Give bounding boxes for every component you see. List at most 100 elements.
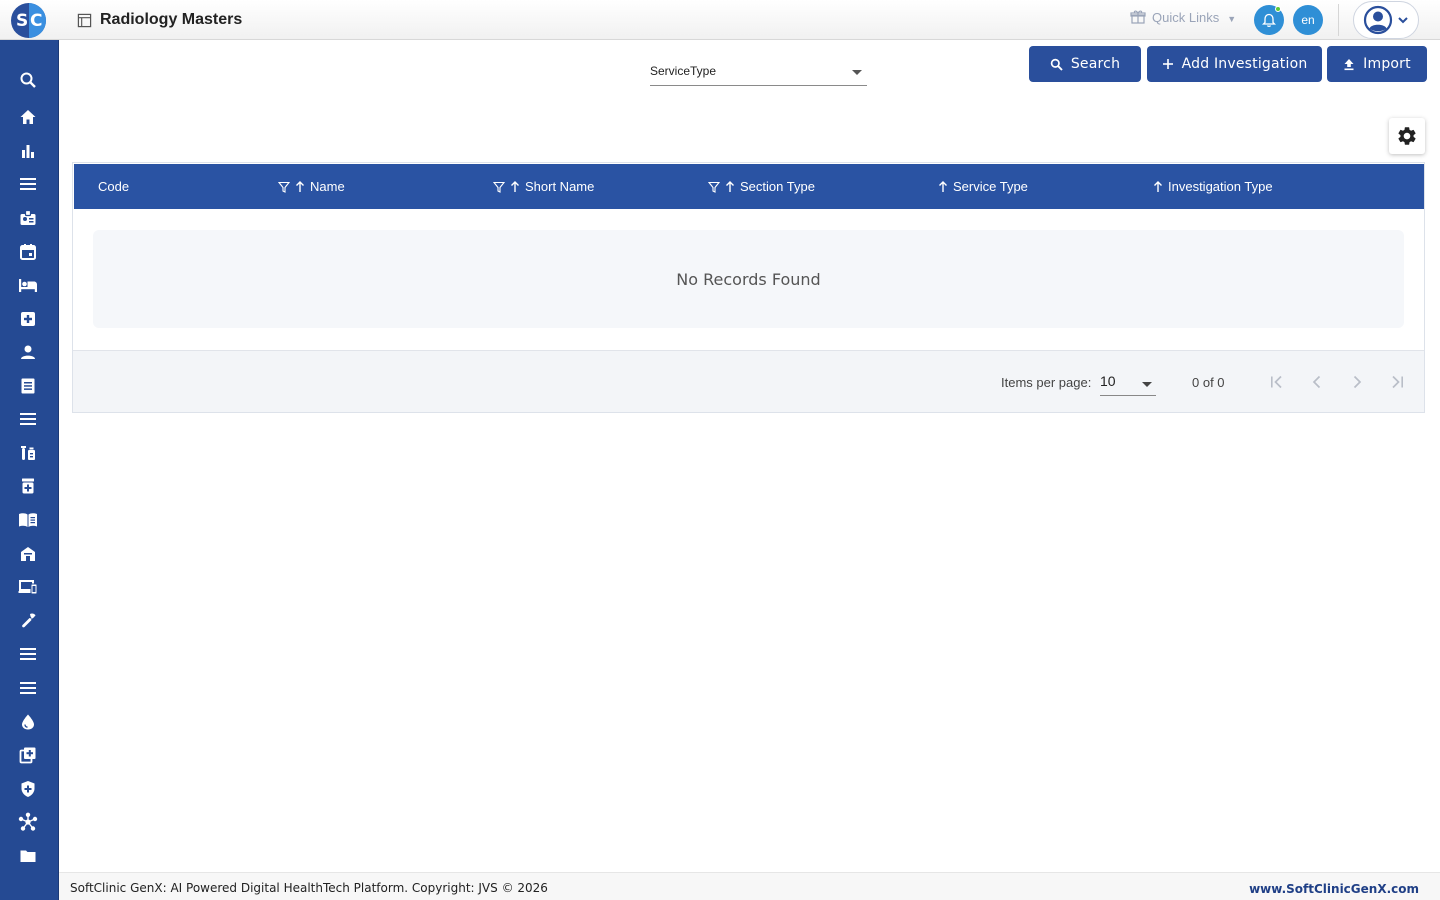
next-page-button[interactable] (1345, 370, 1369, 394)
sort-arrow-up-icon[interactable] (938, 180, 948, 193)
sidebar-item-laboratory[interactable] (16, 441, 40, 465)
sidebar-item-documents[interactable] (16, 844, 40, 868)
first-page-button[interactable] (1265, 370, 1289, 394)
items-per-page-label: Items per page: (1001, 375, 1092, 390)
search-icon (20, 72, 36, 88)
badge-icon (20, 209, 36, 225)
filter-icon[interactable] (708, 181, 720, 193)
search-button[interactable]: Search (1029, 46, 1141, 82)
column-header-service-type[interactable]: Service Type (938, 164, 1028, 209)
sidebar-item-devices[interactable] (16, 575, 40, 599)
sidebar-item-billing[interactable] (16, 374, 40, 398)
sort-arrow-up-icon[interactable] (510, 180, 520, 193)
sort-arrow-up-icon[interactable] (1153, 180, 1163, 193)
calendar-icon (20, 244, 36, 260)
gear-icon (1398, 127, 1416, 145)
sidebar-item-library[interactable] (16, 508, 40, 532)
table-header: Code Name Short Name Section Type Servic… (74, 164, 1424, 209)
top-bar: S C Radiology Masters Quick Links ▼ en (0, 0, 1440, 40)
sidebar-item-patients[interactable] (16, 340, 40, 364)
notifications-button[interactable] (1254, 5, 1284, 35)
previous-page-button[interactable] (1305, 370, 1329, 394)
upload-icon (1344, 58, 1354, 70)
last-page-button[interactable] (1385, 370, 1409, 394)
sidebar-item-reports[interactable] (16, 139, 40, 163)
sidebar-item-add-records[interactable] (16, 743, 40, 767)
paginator: Items per page: 10 0 of 0 (73, 350, 1424, 412)
quick-links-label: Quick Links (1152, 9, 1220, 25)
items-per-page-value: 10 (1100, 373, 1116, 389)
sidebar-item-medical[interactable] (16, 307, 40, 331)
add-investigation-button[interactable]: Add Investigation (1147, 46, 1322, 82)
sidebar-item-home[interactable] (16, 105, 40, 129)
quick-links-menu[interactable]: Quick Links ▼ (1130, 9, 1236, 25)
bell-icon (1262, 13, 1276, 27)
user-menu-button[interactable] (1353, 1, 1419, 39)
book-icon (19, 513, 37, 527)
app-logo[interactable]: S C (11, 3, 46, 38)
column-header-label: Code (98, 179, 130, 194)
bed-icon (19, 279, 37, 292)
devices-icon (18, 580, 38, 595)
page-range-label: 0 of 0 (1192, 375, 1225, 390)
menu-icon (20, 413, 36, 425)
sidebar-item-network[interactable] (16, 810, 40, 834)
last-page-icon (1392, 375, 1403, 389)
sidebar-item-insurance[interactable] (16, 777, 40, 801)
drop-icon (22, 714, 34, 730)
sidebar-item-store[interactable] (16, 542, 40, 566)
sort-arrow-up-icon[interactable] (725, 180, 735, 193)
sidebar-item-calendar[interactable] (16, 240, 40, 264)
chevron-down-icon (1398, 17, 1408, 24)
home-icon (20, 110, 36, 124)
filter-icon[interactable] (493, 181, 505, 193)
service-type-select[interactable]: ServiceType (650, 56, 867, 86)
logo-letter-c: C (30, 11, 43, 31)
medical-plus-icon (21, 312, 35, 326)
sidebar-item-menu-3[interactable] (16, 642, 40, 666)
sidebar-item-blood-bank[interactable] (16, 710, 40, 734)
column-header-short-name[interactable]: Short Name (493, 164, 594, 209)
import-button[interactable]: Import (1327, 46, 1427, 82)
add-investigation-label: Add Investigation (1181, 56, 1308, 72)
notification-dot (1275, 6, 1281, 12)
header-divider (1338, 4, 1339, 36)
sidebar-item-menu-4[interactable] (16, 676, 40, 700)
sidebar-item-pharmacy[interactable] (16, 474, 40, 498)
sidebar-item-menu-1[interactable] (16, 172, 40, 196)
column-header-label: Short Name (525, 179, 595, 194)
column-header-code[interactable]: Code (98, 164, 129, 209)
logo-letter-s: S (16, 11, 29, 31)
first-page-icon (1271, 375, 1282, 389)
sidebar-item-beds[interactable] (16, 273, 40, 297)
lab-icon (21, 446, 35, 460)
search-button-label: Search (1070, 56, 1121, 72)
sidebar-item-menu-2[interactable] (16, 407, 40, 431)
column-header-name[interactable]: Name (278, 164, 345, 209)
bar-chart-icon (22, 145, 34, 158)
footer: SoftClinic GenX: AI Powered Digital Heal… (59, 872, 1440, 900)
column-header-investigation-type[interactable]: Investigation Type (1153, 164, 1273, 209)
person-icon (21, 345, 35, 359)
network-icon (18, 812, 38, 831)
folder-icon (20, 850, 36, 862)
filter-icon[interactable] (278, 181, 290, 193)
column-header-section-type[interactable]: Section Type (708, 164, 815, 209)
column-header-label: Investigation Type (1168, 179, 1273, 194)
service-type-select-value: ServiceType (650, 64, 717, 78)
investigations-table: Code Name Short Name Section Type Servic… (72, 162, 1425, 413)
sort-arrow-up-icon[interactable] (295, 180, 305, 193)
language-button[interactable]: en (1293, 5, 1323, 35)
sidebar-item-tools[interactable] (16, 609, 40, 633)
sidebar-item-search[interactable] (16, 68, 40, 92)
plus-icon (1162, 59, 1173, 69)
items-per-page-select[interactable]: 10 (1100, 368, 1156, 396)
page-title: Radiology Masters (100, 11, 243, 28)
column-settings-button[interactable] (1389, 118, 1425, 154)
footer-website-link[interactable]: www.SoftClinicGenX.com (1249, 882, 1419, 896)
empty-state: No Records Found (93, 230, 1404, 328)
receipt-icon (21, 378, 35, 394)
column-header-label: Name (310, 179, 345, 194)
chevron-down-icon: ▼ (1227, 14, 1237, 24)
sidebar-item-badge[interactable] (16, 206, 40, 230)
